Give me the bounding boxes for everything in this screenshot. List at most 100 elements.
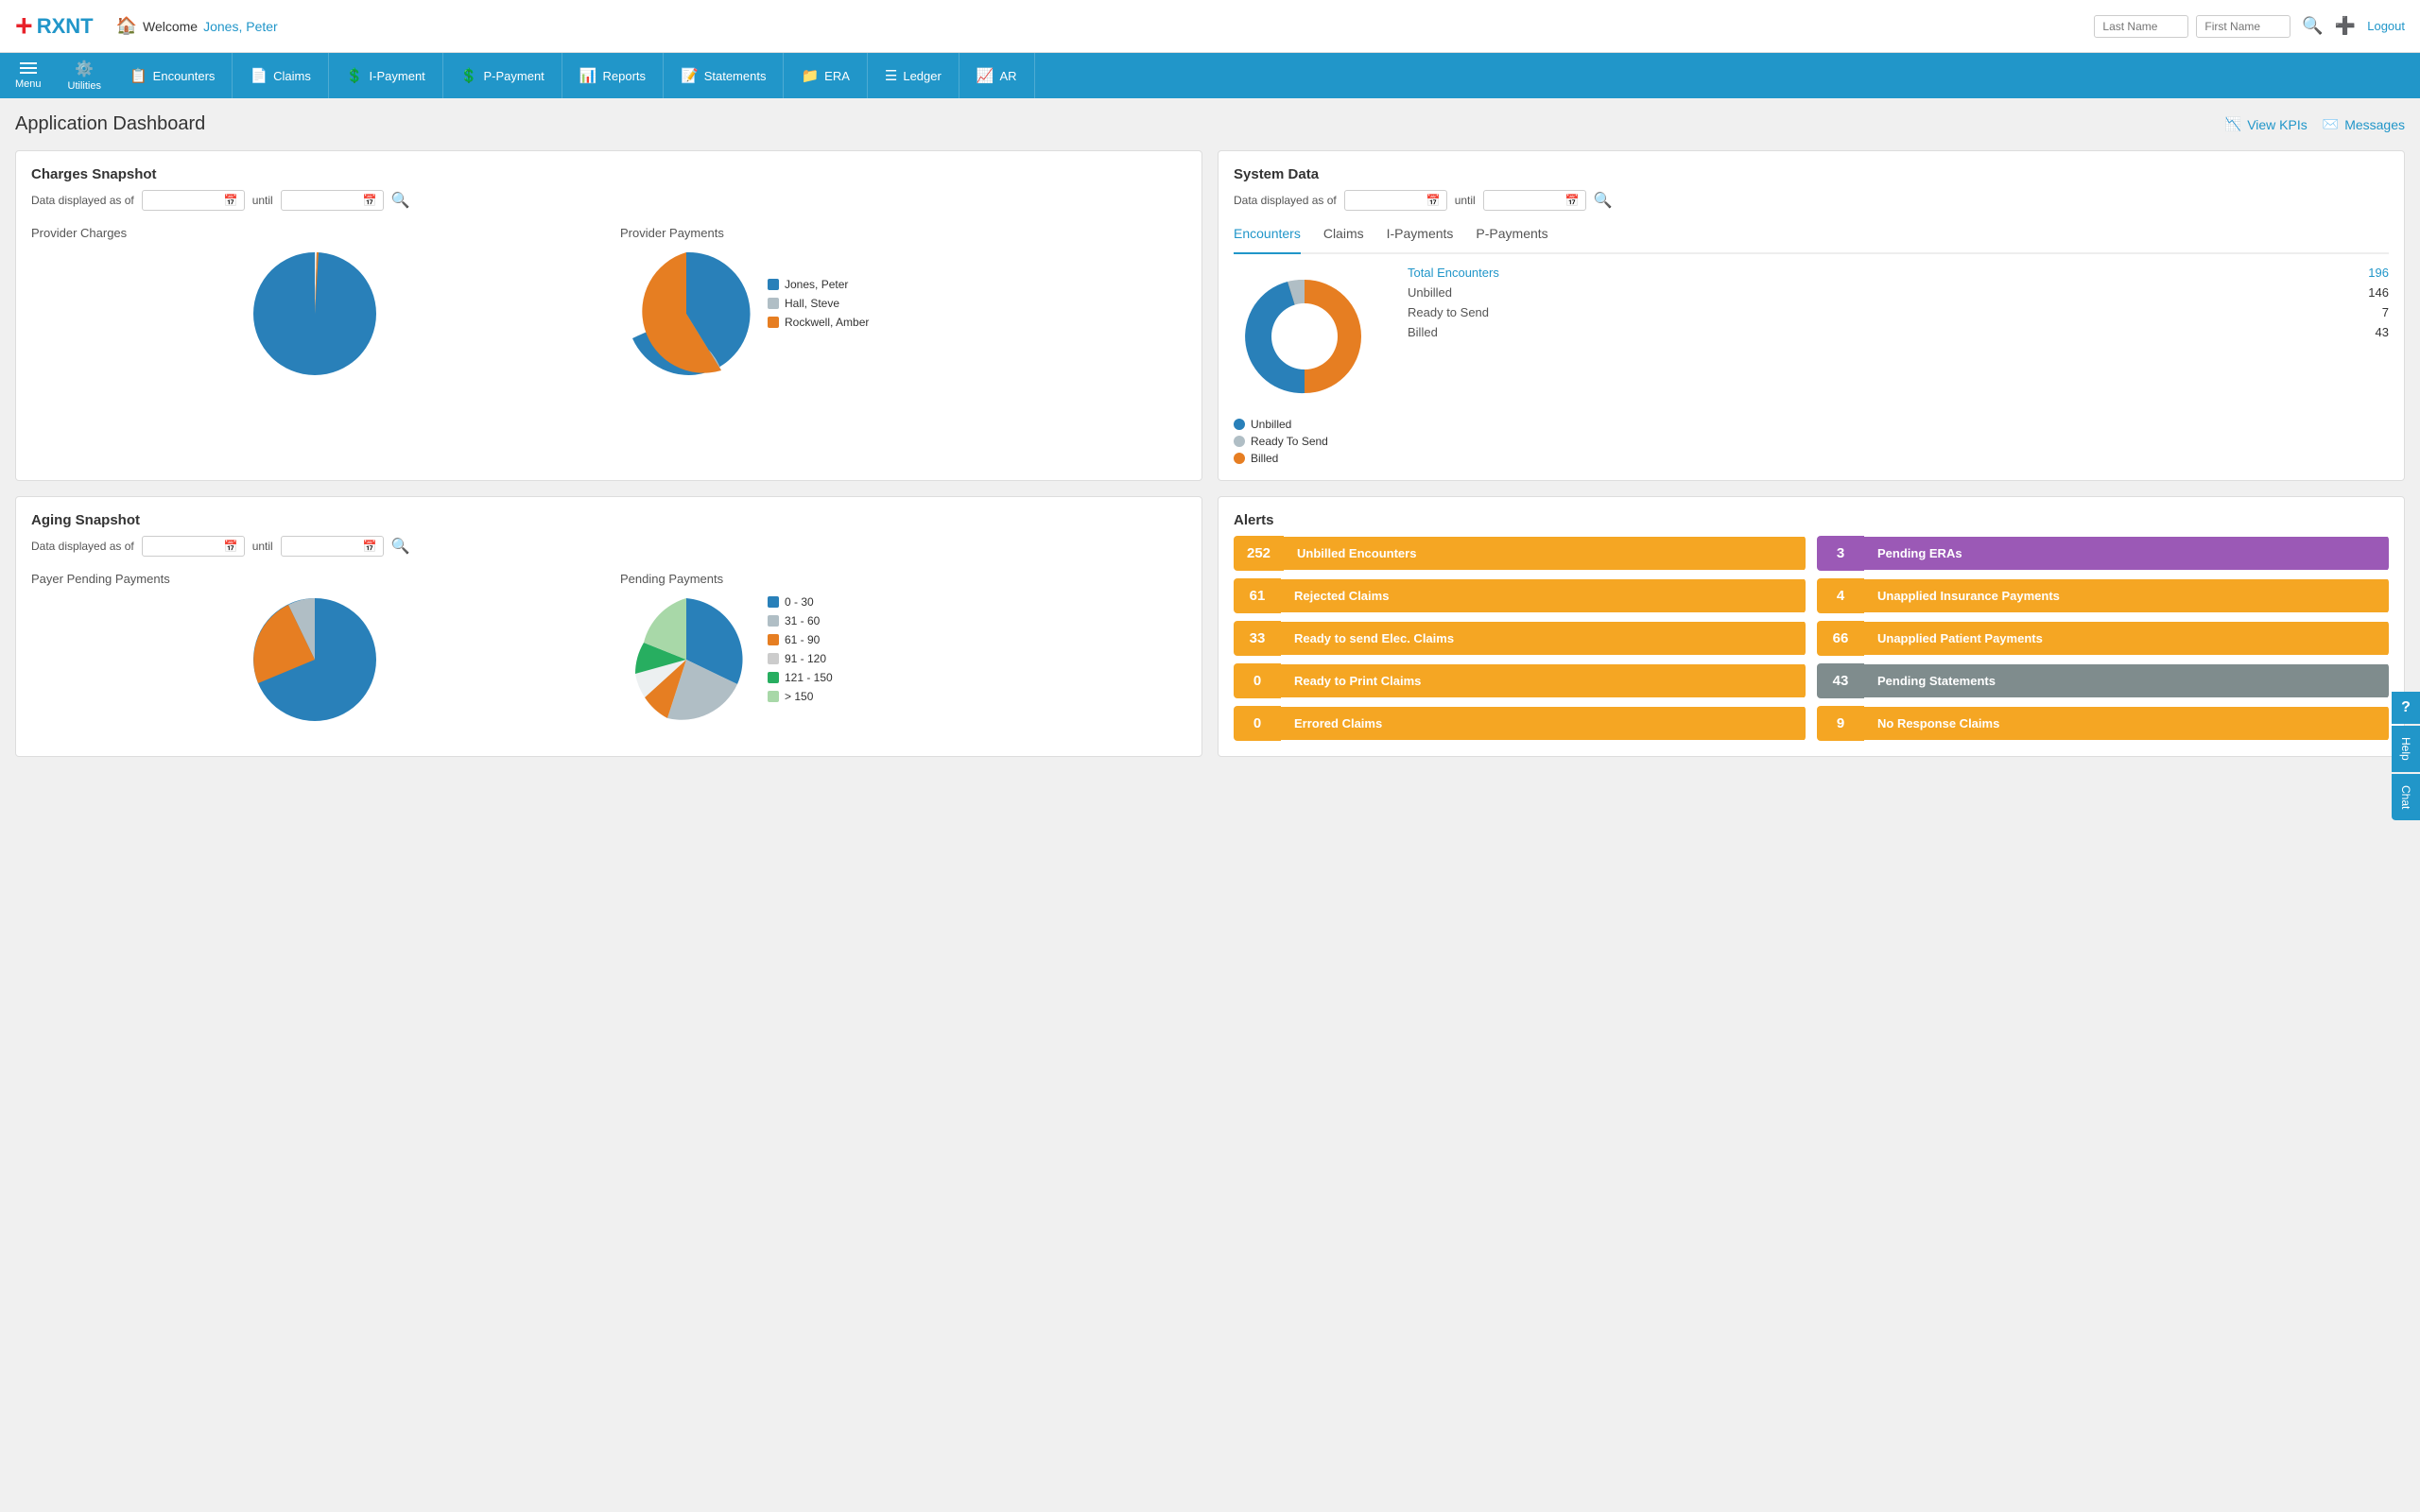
tab-ipayments[interactable]: I-Payments: [1387, 226, 1454, 245]
add-icon[interactable]: ➕: [2335, 16, 2356, 36]
nav-item-claims[interactable]: 📄 Claims: [233, 53, 328, 98]
logout-button[interactable]: Logout: [2367, 19, 2405, 33]
system-date-from[interactable]: 01/01/2019 📅: [1344, 190, 1447, 211]
system-data-content: Unbilled Ready To Send Billed: [1234, 266, 2389, 465]
provider-payments-label: Provider Payments: [620, 226, 724, 240]
provider-charges-chart: Provider Charges: [31, 226, 597, 380]
alert-count-statements: 43: [1817, 663, 1864, 698]
legend-label-rockwell: Rockwell, Amber: [785, 316, 869, 329]
tab-ppayments[interactable]: P-Payments: [1476, 226, 1547, 245]
aging-date-to-input[interactable]: 09/26/2019: [287, 540, 359, 553]
aging-date-filter: Data displayed as of 01/01/2019 📅 until …: [31, 536, 1186, 557]
charges-until-label: until: [252, 194, 273, 207]
calendar-icon-3: 📅: [1426, 194, 1441, 207]
charges-date-to-input[interactable]: 09/26/2019: [287, 194, 359, 207]
charges-search-button[interactable]: 🔍: [391, 191, 410, 210]
nav-era-label: ERA: [824, 69, 850, 83]
messages-button[interactable]: ✉️ Messages: [2323, 116, 2405, 132]
system-search-button[interactable]: 🔍: [1594, 191, 1613, 210]
ar-icon: 📈: [977, 67, 994, 84]
nav-item-statements[interactable]: 📝 Statements: [664, 53, 784, 98]
charges-date-label: Data displayed as of: [31, 194, 134, 207]
aging-charts-row: Payer Pending Payments Pending Payments: [31, 572, 1186, 726]
legend-label-91-120: 91 - 120: [785, 652, 826, 665]
user-name-link[interactable]: Jones, Peter: [203, 19, 278, 34]
charges-charts-row: Provider Charges Provider Payments: [31, 226, 1186, 380]
utilities-button[interactable]: ⚙️ Utilities: [57, 52, 112, 99]
nav-item-ledger[interactable]: ☰ Ledger: [868, 53, 959, 98]
nav-item-reports[interactable]: 📊 Reports: [562, 53, 664, 98]
payer-pending-chart: Payer Pending Payments: [31, 572, 597, 726]
aging-date-to[interactable]: 09/26/2019 📅: [281, 536, 384, 557]
alert-label-ready-print: Ready to Print Claims: [1281, 664, 1806, 697]
legend-billed: Billed: [1234, 452, 1385, 465]
first-name-input[interactable]: [2196, 15, 2290, 38]
alert-pending-statements[interactable]: 43 Pending Statements: [1817, 663, 2389, 698]
alert-rejected-claims[interactable]: 61 Rejected Claims: [1234, 578, 1806, 613]
alert-unbilled-encounters[interactable]: 252 Unbilled Encounters: [1234, 536, 1806, 571]
menu-button[interactable]: Menu: [0, 51, 57, 101]
alert-ready-to-send-elec[interactable]: 33 Ready to send Elec. Claims: [1234, 621, 1806, 656]
stat-total: Total Encounters 196: [1408, 266, 2389, 280]
header-right: 🔍 ➕ Logout: [2094, 15, 2405, 38]
nav-item-ppayment[interactable]: 💲 P-Payment: [443, 53, 562, 98]
aging-date-from-input[interactable]: 01/01/2019: [148, 540, 220, 553]
alerts-card: Alerts 252 Unbilled Encounters 61 Reject…: [1218, 496, 2405, 757]
system-date-to-input[interactable]: 09/27/2019: [1490, 194, 1562, 207]
stat-billed: Billed 43: [1408, 325, 2389, 339]
nav-item-ar[interactable]: 📈 AR: [959, 53, 1035, 98]
alert-label-no-response: No Response Claims: [1864, 707, 2389, 740]
help-button[interactable]: Help: [2392, 726, 2420, 772]
nav-item-era[interactable]: 📁 ERA: [784, 53, 867, 98]
page-actions: 📉 View KPIs ✉️ Messages: [2225, 116, 2405, 132]
alert-label-unapplied-ins: Unapplied Insurance Payments: [1864, 579, 2389, 612]
nav-item-encounters[interactable]: 📋 Encounters: [112, 53, 233, 98]
legend-color-billed: [1234, 453, 1245, 464]
alert-unapplied-patient[interactable]: 66 Unapplied Patient Payments: [1817, 621, 2389, 656]
side-buttons: ? Help Chat: [2392, 692, 2420, 820]
alert-errored-claims[interactable]: 0 Errored Claims: [1234, 706, 1806, 741]
alert-pending-eras[interactable]: 3 Pending ERAs: [1817, 536, 2389, 571]
legend-gt-150: > 150: [768, 690, 833, 703]
alert-unapplied-insurance[interactable]: 4 Unapplied Insurance Payments: [1817, 578, 2389, 613]
total-encounters-value[interactable]: 196: [2368, 266, 2389, 280]
alert-label-unapplied-pat: Unapplied Patient Payments: [1864, 622, 2389, 655]
legend-color-0-30: [768, 596, 779, 608]
alert-label-ready-elec: Ready to send Elec. Claims: [1281, 622, 1806, 655]
legend-color-91-120: [768, 653, 779, 664]
aging-date-from[interactable]: 01/01/2019 📅: [142, 536, 245, 557]
view-kpis-button[interactable]: 📉 View KPIs: [2225, 116, 2308, 132]
stat-ready-to-send: Ready to Send 7: [1408, 305, 2389, 319]
alert-count-no-response: 9: [1817, 706, 1864, 741]
total-encounters-label[interactable]: Total Encounters: [1408, 266, 1499, 280]
search-icon[interactable]: 🔍: [2302, 16, 2323, 36]
alert-no-response[interactable]: 9 No Response Claims: [1817, 706, 2389, 741]
charges-date-from-input[interactable]: 01/01/2019: [148, 194, 220, 207]
tab-encounters[interactable]: Encounters: [1234, 226, 1301, 254]
alert-ready-to-print[interactable]: 0 Ready to Print Claims: [1234, 663, 1806, 698]
help-question-button[interactable]: ?: [2392, 692, 2420, 724]
tab-claims[interactable]: Claims: [1323, 226, 1364, 245]
menu-label: Menu: [15, 78, 42, 90]
chat-button[interactable]: Chat: [2392, 774, 2420, 820]
nav-reports-label: Reports: [602, 69, 646, 83]
aging-search-button[interactable]: 🔍: [391, 537, 410, 556]
alert-label-unbilled: Unbilled Encounters: [1284, 537, 1806, 570]
legend-label-0-30: 0 - 30: [785, 595, 814, 609]
welcome-area: 🏠 Welcome Jones, Peter: [116, 16, 278, 36]
statements-icon: 📝: [681, 67, 699, 84]
charges-date-from[interactable]: 01/01/2019 📅: [142, 190, 245, 211]
nav-ar-label: AR: [1000, 69, 1017, 83]
last-name-input[interactable]: [2094, 15, 2188, 38]
legend-ready-to-send: Ready To Send: [1234, 435, 1385, 448]
charges-date-to[interactable]: 09/26/2019 📅: [281, 190, 384, 211]
system-date-from-input[interactable]: 01/01/2019: [1351, 194, 1423, 207]
legend-color-hall: [768, 298, 779, 309]
pending-payments-label: Pending Payments: [620, 572, 723, 586]
nav-encounters-label: Encounters: [153, 69, 216, 83]
view-kpis-label: View KPIs: [2247, 117, 2308, 132]
system-pie-chart: Unbilled Ready To Send Billed: [1234, 266, 1385, 465]
system-date-to[interactable]: 09/27/2019 📅: [1483, 190, 1586, 211]
nav-item-ipayment[interactable]: 💲 I-Payment: [329, 53, 443, 98]
nav-statements-label: Statements: [704, 69, 767, 83]
